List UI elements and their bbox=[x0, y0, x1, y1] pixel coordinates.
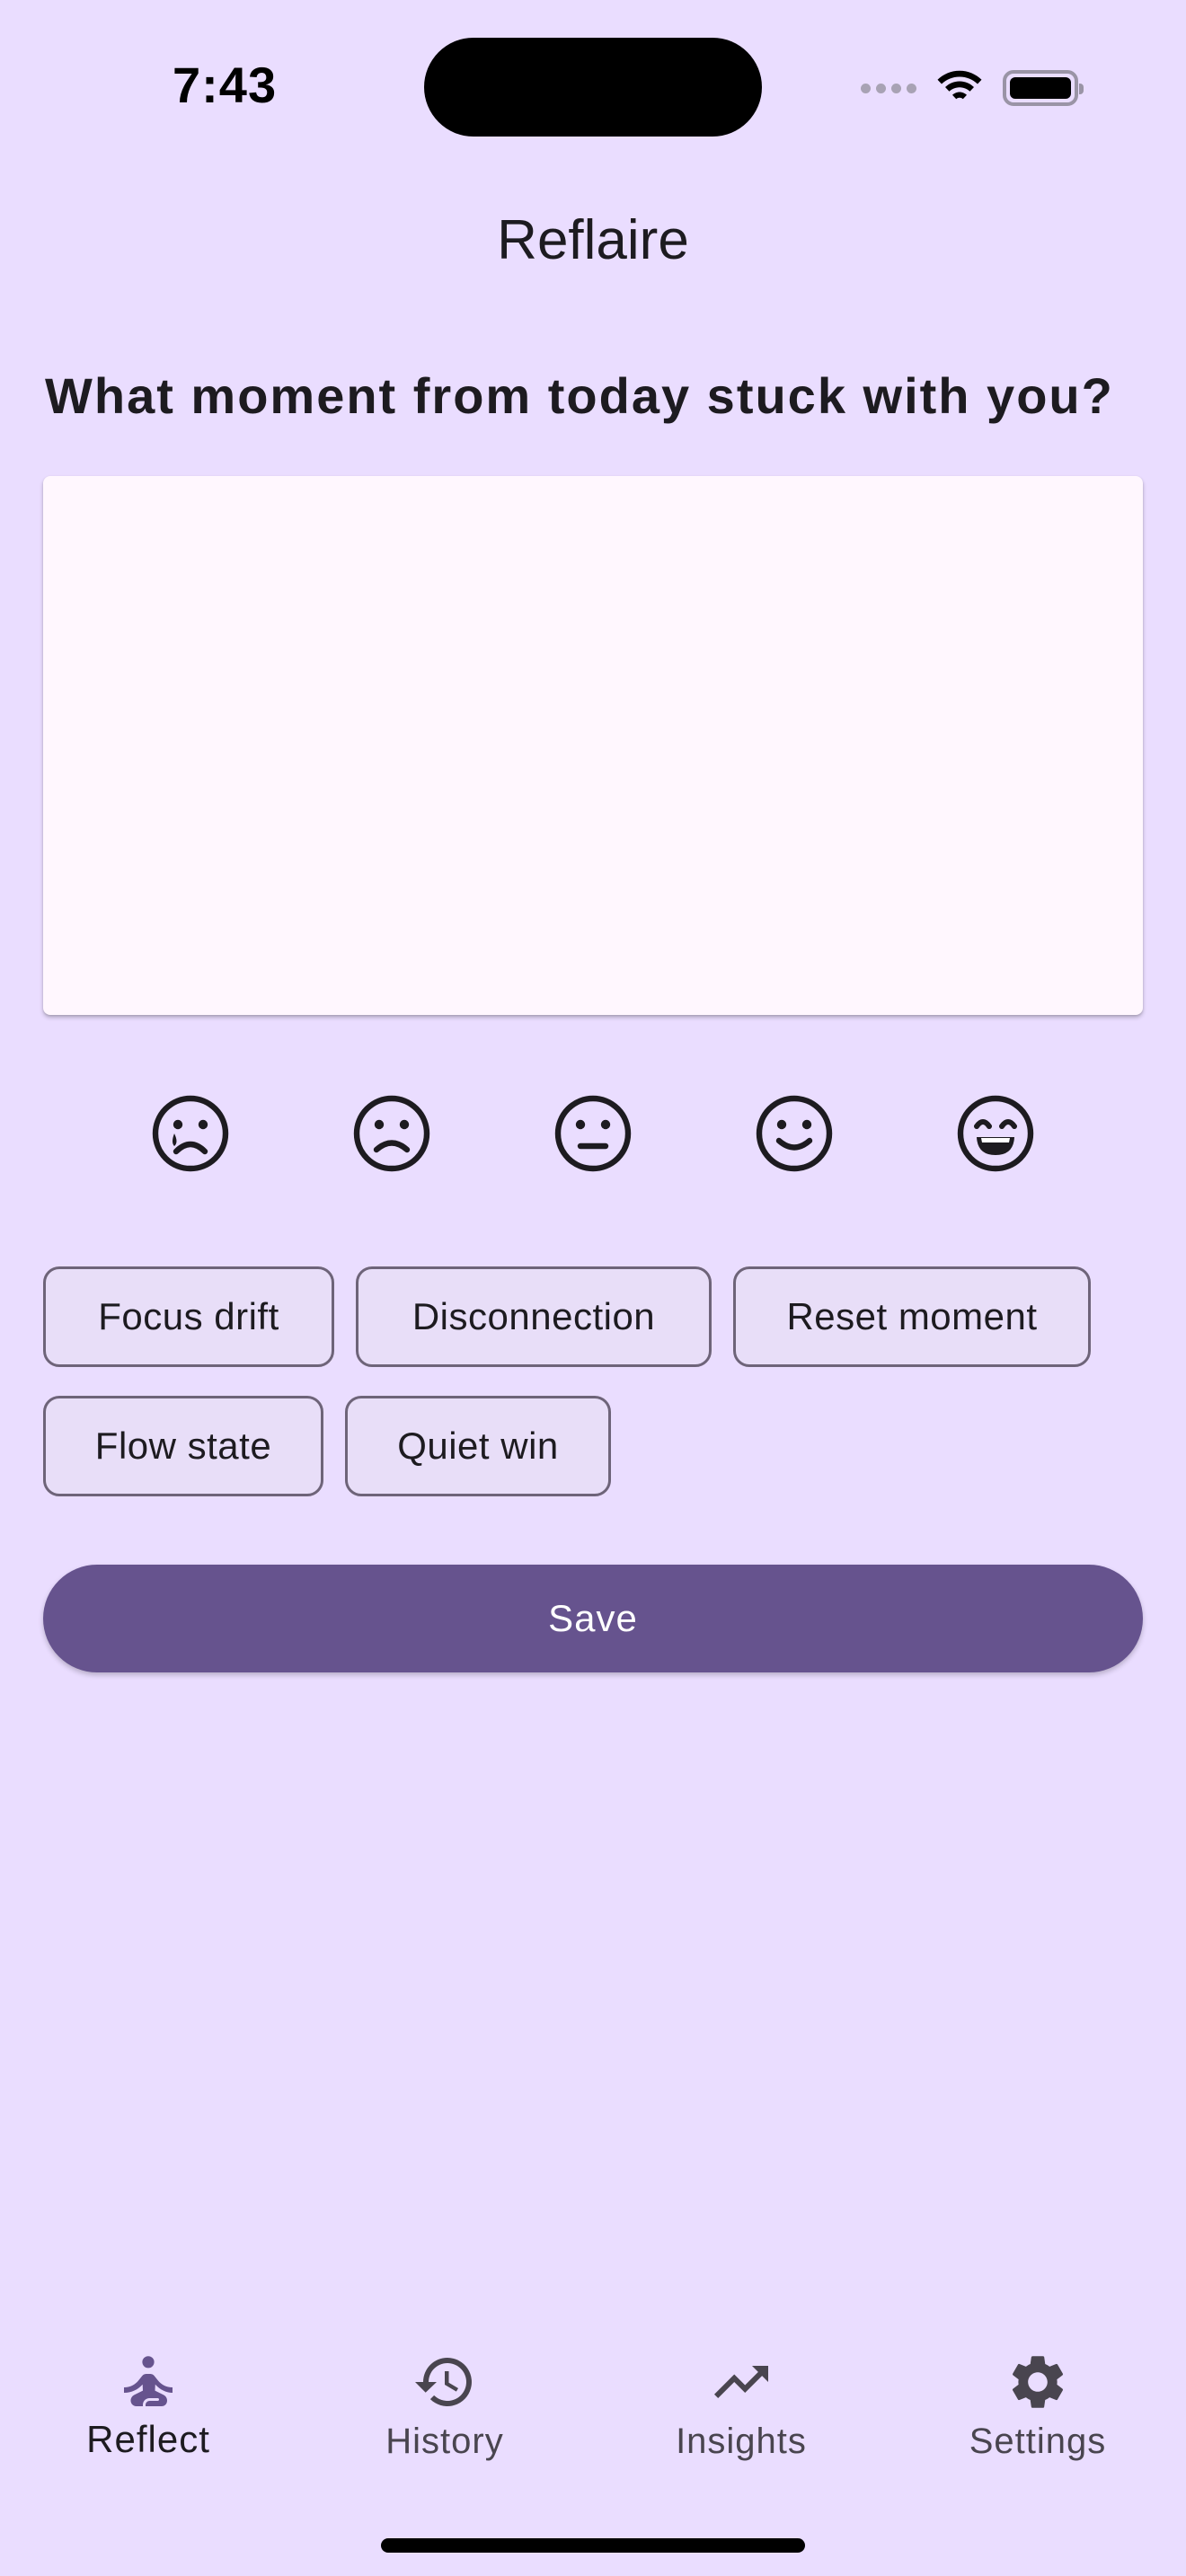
nav-item-insights[interactable]: Insights bbox=[593, 2326, 890, 2488]
trending-up-icon bbox=[709, 2350, 774, 2414]
nav-label-reflect: Reflect bbox=[86, 2418, 210, 2460]
neutral-face-icon[interactable] bbox=[553, 1094, 633, 1173]
very-sad-face-icon[interactable] bbox=[151, 1094, 230, 1173]
reflection-entry-input[interactable] bbox=[43, 476, 1143, 1015]
wifi-icon bbox=[937, 70, 982, 103]
mood-selector bbox=[0, 1094, 1186, 1173]
tag-chip-reset-moment[interactable]: Reset moment bbox=[733, 1266, 1091, 1367]
battery-icon bbox=[1003, 70, 1084, 106]
save-button[interactable]: Save bbox=[43, 1565, 1143, 1672]
home-indicator[interactable] bbox=[381, 2538, 805, 2553]
nav-item-history[interactable]: History bbox=[296, 2326, 593, 2488]
status-time: 7:43 bbox=[173, 57, 278, 113]
bottom-navigation: Reflect History Insights Settings bbox=[0, 2326, 1186, 2488]
tag-chip-disconnection[interactable]: Disconnection bbox=[356, 1266, 712, 1367]
gear-icon bbox=[1005, 2350, 1070, 2414]
reflection-prompt: What moment from today stuck with you? bbox=[45, 367, 1114, 424]
nav-item-reflect[interactable]: Reflect bbox=[0, 2326, 296, 2488]
dynamic-island bbox=[424, 38, 762, 137]
tag-chip-focus-drift[interactable]: Focus drift bbox=[43, 1266, 334, 1367]
status-icons bbox=[861, 61, 1084, 115]
nav-label-history: History bbox=[385, 2422, 504, 2461]
nav-label-insights: Insights bbox=[676, 2422, 807, 2461]
meditation-icon bbox=[116, 2350, 181, 2414]
cellular-signal-icon bbox=[861, 83, 916, 93]
tag-chip-flow-state[interactable]: Flow state bbox=[43, 1396, 323, 1496]
nav-label-settings: Settings bbox=[969, 2422, 1107, 2461]
sad-face-icon[interactable] bbox=[352, 1094, 431, 1173]
nav-item-settings[interactable]: Settings bbox=[890, 2326, 1186, 2488]
very-happy-face-icon[interactable] bbox=[956, 1094, 1035, 1173]
app-title: Reflaire bbox=[497, 209, 689, 271]
history-icon bbox=[412, 2350, 477, 2414]
happy-face-icon[interactable] bbox=[755, 1094, 834, 1173]
tag-chip-quiet-win[interactable]: Quiet win bbox=[345, 1396, 611, 1496]
